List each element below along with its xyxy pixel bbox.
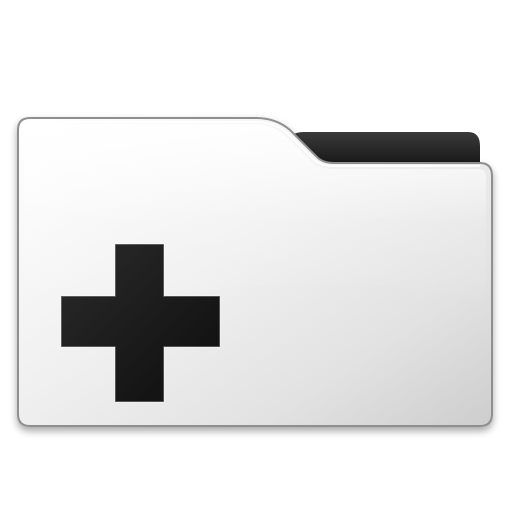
icon-canvas [0, 0, 512, 512]
folder-icon [17, 117, 493, 427]
folder-add-icon[interactable] [0, 0, 512, 512]
